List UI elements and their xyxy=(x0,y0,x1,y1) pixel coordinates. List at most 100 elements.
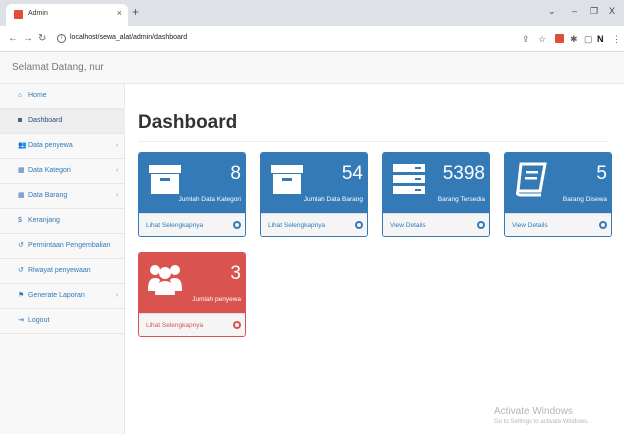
table-icon: ▦ xyxy=(18,192,25,199)
reload-icon[interactable]: ↻ xyxy=(38,33,46,44)
chevron-down-icon[interactable]: ⌄ xyxy=(548,6,556,17)
card-footer-link[interactable]: Lihat Selengkapnya xyxy=(261,213,367,236)
stat-value: 54 xyxy=(341,163,363,184)
sidebar-item-label: Data Kategori xyxy=(28,167,71,174)
sidebar-item-label: Permintaan Pengembalian xyxy=(28,242,111,249)
divider xyxy=(138,141,608,142)
address-bar: ← → ↻ i localhost/sewa_alat/admin/dashbo… xyxy=(0,26,624,52)
sidebar-item-label: Riwayat penyewaan xyxy=(28,267,91,274)
sidebar-item-keranjang[interactable]: $ Keranjang xyxy=(0,209,125,234)
flag-icon: ⚑ xyxy=(18,292,25,299)
browser-tab[interactable]: Admin × xyxy=(6,4,128,26)
sidebar-item-permintaan-pengembalian[interactable]: ↺ Permintaan Pengembalian xyxy=(0,234,125,259)
notion-icon[interactable]: N xyxy=(597,34,604,44)
navbar: Selamat Datang, nur xyxy=(0,52,624,84)
sidebar-item-label: Logout xyxy=(28,317,50,324)
sidebar-item-label: Generate Laporan xyxy=(28,292,85,299)
sidebar-item-label: Dashboard xyxy=(28,117,63,124)
extension-icon[interactable] xyxy=(555,34,564,43)
card-heading: 54 Jumlah Data Barang xyxy=(261,153,367,213)
stat-value: 3 xyxy=(230,263,241,284)
stat-caption: Jumlah Data Kategori xyxy=(178,196,241,203)
sidebar-item-data-barang[interactable]: ▦ Data Barang ‹ xyxy=(0,184,125,209)
tab-title: Admin xyxy=(28,10,48,17)
stat-card-kategori: 8 Jumlah Data Kategori Lihat Selengkapny… xyxy=(138,152,246,237)
sidebar: ⌂ Home ◙ Dashboard 👥 Data penyewa ‹ ▦ Da… xyxy=(0,84,125,434)
logout-icon: ⇥ xyxy=(18,317,24,324)
back-icon[interactable]: ← xyxy=(8,33,18,44)
sidebar-item-label: Data Barang xyxy=(28,192,68,199)
card-footer-link[interactable]: View Details xyxy=(383,213,489,236)
sidebar-item-dashboard[interactable]: ◙ Dashboard xyxy=(0,109,125,134)
stat-card-penyewa: 3 Jumlah penyewa Lihat Selengkapnya xyxy=(138,252,246,337)
home-icon: ⌂ xyxy=(18,92,23,99)
stat-caption: Jumlah Data Barang xyxy=(303,196,363,203)
card-footer-link[interactable]: Lihat Selengkapnya xyxy=(139,213,245,236)
arrow-circle-right-icon[interactable] xyxy=(477,221,485,229)
stat-value: 5398 xyxy=(442,163,485,184)
page-title: Dashboard xyxy=(138,112,238,133)
new-tab-icon[interactable]: + xyxy=(132,5,139,19)
forward-icon[interactable]: → xyxy=(23,33,33,44)
card-heading: 8 Jumlah Data Kategori xyxy=(139,153,245,213)
browser-tab-bar: Admin × + ⌄ – ❐ X xyxy=(0,0,624,26)
arrow-circle-right-icon[interactable] xyxy=(233,221,241,229)
sidebar-toggle-icon[interactable]: ▢ xyxy=(584,34,593,45)
share-icon[interactable]: ⇪ xyxy=(522,34,530,45)
arrow-circle-right-icon[interactable] xyxy=(233,321,241,329)
history-icon: ↺ xyxy=(18,242,24,249)
stat-card-barang: 54 Jumlah Data Barang Lihat Selengkapnya xyxy=(260,152,368,237)
card-heading: 5398 Barang Tersedia xyxy=(383,153,489,213)
sidebar-item-logout[interactable]: ⇥ Logout xyxy=(0,309,125,334)
menu-dots-icon[interactable]: ⋮ xyxy=(612,34,621,45)
sidebar-item-riwayat-penyewaan[interactable]: ↺ Riwayat penyewaan xyxy=(0,259,125,284)
maximize-icon[interactable]: ❐ xyxy=(590,6,598,17)
sidebar-item-label: Data penyewa xyxy=(28,142,73,149)
history-icon: ↺ xyxy=(18,267,24,274)
archive-icon xyxy=(271,165,303,194)
chevron-left-icon: ‹ xyxy=(116,292,119,299)
tab-close-icon[interactable]: × xyxy=(117,8,122,18)
chevron-left-icon: ‹ xyxy=(116,192,119,199)
sidebar-item-label: Home xyxy=(28,92,47,99)
sidebar-item-data-penyewa[interactable]: 👥 Data penyewa ‹ xyxy=(0,134,125,159)
minimize-icon[interactable]: – xyxy=(572,6,577,16)
stat-card-disewa: 5 Barang Disewa View Details xyxy=(504,152,612,237)
stat-value: 8 xyxy=(230,163,241,184)
stat-value: 5 xyxy=(596,163,607,184)
dashboard-icon: ◙ xyxy=(18,117,23,124)
site-info-icon[interactable]: i xyxy=(57,34,66,43)
watermark-title: Activate Windows xyxy=(494,406,573,417)
watermark-subtitle: Go to Settings to activate Windows. xyxy=(494,419,589,425)
arrow-circle-right-icon[interactable] xyxy=(599,221,607,229)
archive-icon xyxy=(149,165,181,194)
users-icon: 👥 xyxy=(18,142,27,149)
window-close-icon[interactable]: X xyxy=(609,6,615,16)
dollar-icon: $ xyxy=(18,217,22,224)
server-icon xyxy=(393,164,425,194)
stat-caption: Barang Tersedia xyxy=(437,196,485,203)
details-link[interactable]: Lihat Selengkapnya xyxy=(146,222,203,229)
details-link[interactable]: Lihat Selengkapnya xyxy=(146,322,203,329)
bookmark-star-icon[interactable]: ☆ xyxy=(538,34,546,45)
card-footer-link[interactable]: View Details xyxy=(505,213,611,236)
table-icon: ▦ xyxy=(18,167,25,174)
card-footer-link[interactable]: Lihat Selengkapnya xyxy=(139,313,245,336)
details-link[interactable]: View Details xyxy=(512,222,548,229)
stat-card-tersedia: 5398 Barang Tersedia View Details xyxy=(382,152,490,237)
url-field[interactable]: localhost/sewa_alat/admin/dashboard xyxy=(70,34,187,41)
chevron-left-icon: ‹ xyxy=(116,142,119,149)
details-link[interactable]: Lihat Selengkapnya xyxy=(268,222,325,229)
card-heading: 5 Barang Disewa xyxy=(505,153,611,213)
sidebar-item-data-kategori[interactable]: ▦ Data Kategori ‹ xyxy=(0,159,125,184)
sidebar-item-generate-laporan[interactable]: ⚑ Generate Laporan ‹ xyxy=(0,284,125,309)
details-link[interactable]: View Details xyxy=(390,222,426,229)
book-icon xyxy=(515,162,547,197)
activation-watermark: Activate Windows Go to Settings to activ… xyxy=(494,406,589,425)
stat-caption: Jumlah penyewa xyxy=(192,296,241,303)
navbar-brand[interactable]: Selamat Datang, nur xyxy=(12,62,104,73)
puzzle-icon[interactable]: ✱ xyxy=(570,34,578,45)
sidebar-item-home[interactable]: ⌂ Home xyxy=(0,84,125,109)
sidebar-item-label: Keranjang xyxy=(28,217,60,224)
arrow-circle-right-icon[interactable] xyxy=(355,221,363,229)
